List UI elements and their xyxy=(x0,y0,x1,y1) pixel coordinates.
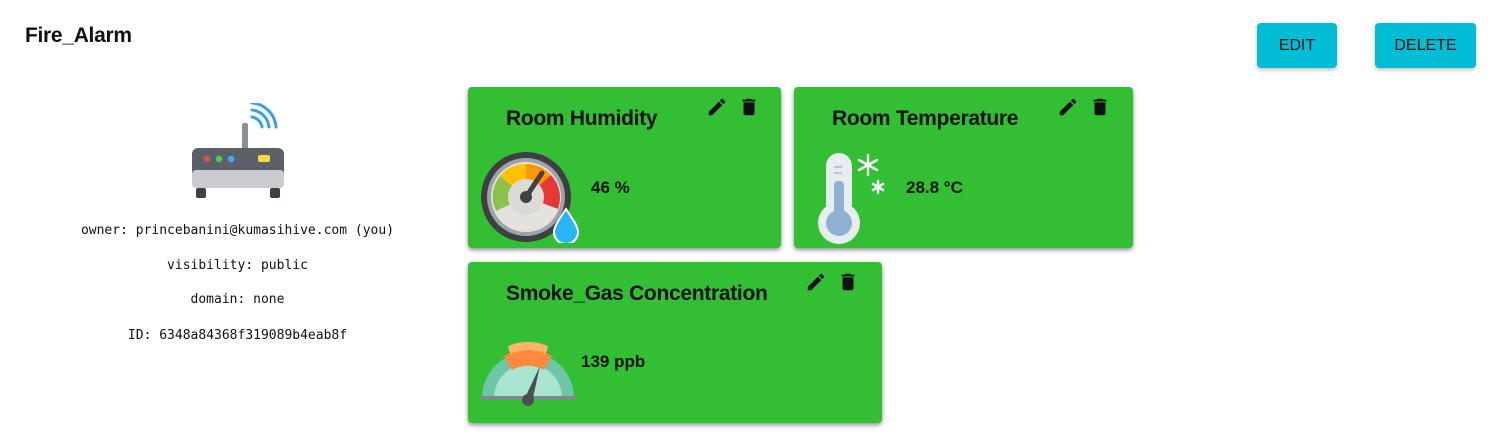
domain-text: domain: none xyxy=(190,292,285,307)
widget-title: Smoke_Gas Concentration xyxy=(506,282,768,305)
delete-button[interactable]: DELETE xyxy=(1375,23,1476,68)
widget-title: Room Humidity xyxy=(506,107,658,130)
delete-widget-icon[interactable] xyxy=(837,271,859,293)
widget-value: 139 ppb xyxy=(581,352,646,371)
edit-widget-icon[interactable] xyxy=(1057,96,1079,118)
widget-value: 28.8 °C xyxy=(906,178,963,197)
widget-title: Room Temperature xyxy=(832,107,1019,130)
gas-gauge-icon xyxy=(480,341,576,406)
visibility-text: visibility: public xyxy=(167,258,308,273)
owner-text: owner: princebanini@kumasihive.com (you) xyxy=(80,223,395,238)
widget-card-humidity: Room Humidity 46 % xyxy=(468,87,781,248)
widget-value: 46 % xyxy=(591,178,630,197)
thermometer-icon xyxy=(818,153,885,244)
edit-widget-icon[interactable] xyxy=(805,271,827,293)
edit-button[interactable]: EDIT xyxy=(1257,23,1337,68)
widget-card-temperature: Room Temperature 28.8 °C xyxy=(794,87,1133,248)
widget-card-smoke-gas: Smoke_Gas Concentration 139 ppb xyxy=(468,262,882,423)
humidity-gauge-icon xyxy=(481,152,580,243)
device-title: Fire_Alarm xyxy=(25,24,132,47)
edit-widget-icon[interactable] xyxy=(706,96,728,118)
router-icon xyxy=(192,103,284,198)
delete-widget-icon[interactable] xyxy=(738,96,760,118)
delete-widget-icon[interactable] xyxy=(1089,96,1111,118)
device-id-text: ID: 6348a84368f319089b4eab8f xyxy=(127,328,348,343)
